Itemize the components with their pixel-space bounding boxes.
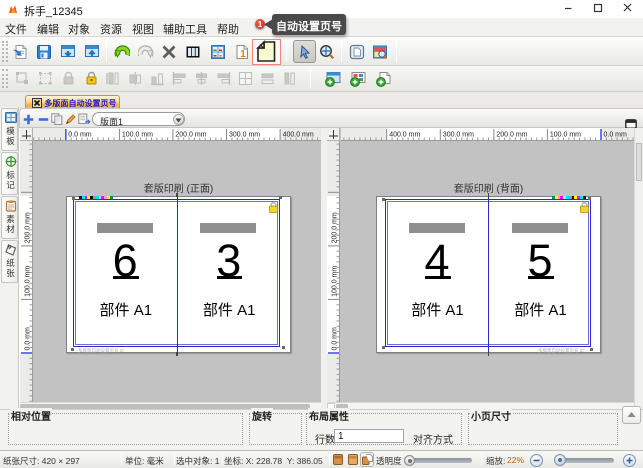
svg-text:0.0 mm: 0.0 mm — [332, 327, 339, 351]
svg-text:1: 1 — [240, 49, 246, 60]
svg-text:100.0 mm: 100.0 mm — [122, 132, 153, 139]
svg-text:200.0 mm: 200.0 mm — [25, 212, 32, 243]
svg-text:300.0 mm: 300.0 mm — [229, 132, 260, 139]
svg-text:300.0 mm: 300.0 mm — [443, 132, 474, 139]
svg-text:100.0 mm: 100.0 mm — [332, 266, 339, 297]
svg-text:0.0 mm: 0.0 mm — [25, 327, 32, 351]
svg-text:400.0 mm: 400.0 mm — [389, 132, 420, 139]
svg-text:100.0 mm: 100.0 mm — [550, 132, 581, 139]
svg-text:200.0 mm: 200.0 mm — [175, 132, 206, 139]
svg-text:200.0 mm: 200.0 mm — [332, 212, 339, 243]
svg-text:0.0 mm: 0.0 mm — [68, 132, 92, 139]
svg-text:100.0 mm: 100.0 mm — [25, 266, 32, 297]
svg-text:0.0 mm: 0.0 mm — [604, 132, 628, 139]
svg-text:400.0 mm: 400.0 mm — [283, 132, 314, 139]
svg-text:200.0 mm: 200.0 mm — [496, 132, 527, 139]
